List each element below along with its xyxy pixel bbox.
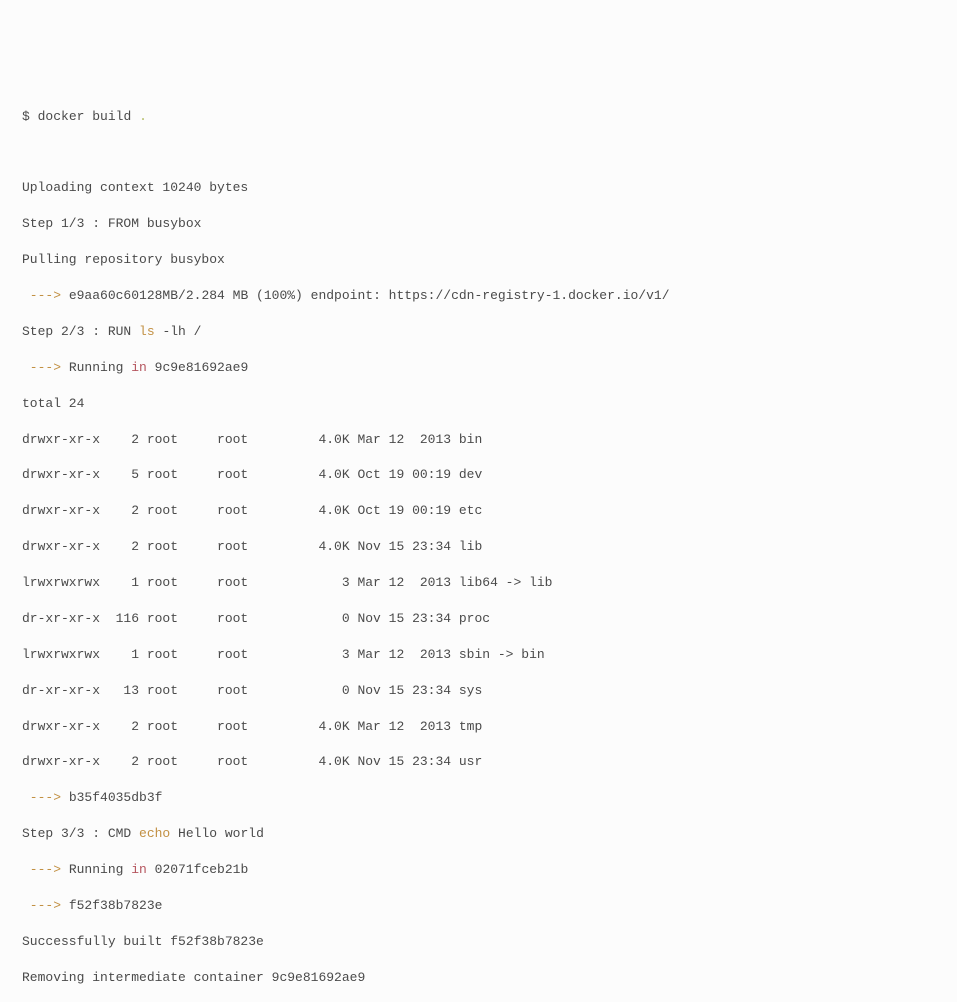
step-2-prefix: Step 2/3 : RUN <box>22 324 139 339</box>
step-3-prefix: Step 3/3 : CMD <box>22 826 139 841</box>
ls-path: / <box>186 324 202 339</box>
upload-context: Uploading context 10240 bytes <box>22 179 935 197</box>
fs-row: drwxr-xr-x 2 root root 4.0K Nov 15 23:34… <box>22 753 935 771</box>
total-line: total 24 <box>22 395 935 413</box>
fs-row: lrwxrwxrwx 1 root root 3 Mar 12 2013 lib… <box>22 574 935 592</box>
pull-progress: ---> e9aa60c60128MB/2.284 MB (100%) endp… <box>22 287 935 305</box>
arrow-icon: ---> <box>22 790 61 805</box>
step-3: Step 3/3 : CMD echo Hello world <box>22 825 935 843</box>
echo-args: Hello world <box>170 826 264 841</box>
fs-row: drwxr-xr-x 2 root root 4.0K Nov 15 23:34… <box>22 538 935 556</box>
ls-flag: -lh <box>155 324 186 339</box>
blank-line <box>22 144 935 162</box>
in-keyword: in <box>131 360 147 375</box>
fs-row: dr-xr-xr-x 116 root root 0 Nov 15 23:34 … <box>22 610 935 628</box>
pull-hash: e9aa60c60128MB/2.284 MB (100%) endpoint:… <box>61 288 670 303</box>
fs-row: drwxr-xr-x 2 root root 4.0K Mar 12 2013 … <box>22 431 935 449</box>
arrow-icon: ---> <box>22 360 61 375</box>
running-prefix: Running <box>61 360 131 375</box>
terminal-output: $ docker build . Uploading context 10240… <box>22 90 935 1002</box>
step-3-hash: ---> f52f38b7823e <box>22 897 935 915</box>
arrow-icon: ---> <box>22 862 61 877</box>
fs-row: drwxr-xr-x 2 root root 4.0K Oct 19 00:19… <box>22 502 935 520</box>
hash-f52: f52f38b7823e <box>61 898 162 913</box>
prompt-symbol: $ <box>22 109 30 124</box>
container-id-2: 02071fceb21b <box>147 862 248 877</box>
fs-row: drwxr-xr-x 2 root root 4.0K Mar 12 2013 … <box>22 718 935 736</box>
running-step-2: ---> Running in 9c9e81692ae9 <box>22 359 935 377</box>
build-context-dot: . <box>139 109 147 124</box>
container-id-1: 9c9e81692ae9 <box>147 360 248 375</box>
ls-keyword: ls <box>139 324 155 339</box>
arrow-icon: ---> <box>22 898 61 913</box>
step-2-hash: ---> b35f4035db3f <box>22 789 935 807</box>
pulling-repo: Pulling repository busybox <box>22 251 935 269</box>
fs-row: drwxr-xr-x 5 root root 4.0K Oct 19 00:19… <box>22 466 935 484</box>
in-keyword: in <box>131 862 147 877</box>
echo-keyword: echo <box>139 826 170 841</box>
success-built: Successfully built f52f38b7823e <box>22 933 935 951</box>
fs-row: dr-xr-xr-x 13 root root 0 Nov 15 23:34 s… <box>22 682 935 700</box>
running-prefix: Running <box>61 862 131 877</box>
step-1: Step 1/3 : FROM busybox <box>22 215 935 233</box>
docker-command: docker build <box>38 109 132 124</box>
arrow-icon: ---> <box>22 288 61 303</box>
command-line: $ docker build . <box>22 108 935 126</box>
fs-row: lrwxrwxrwx 1 root root 3 Mar 12 2013 sbi… <box>22 646 935 664</box>
running-step-3: ---> Running in 02071fceb21b <box>22 861 935 879</box>
hash-b35: b35f4035db3f <box>61 790 162 805</box>
remove-container-1: Removing intermediate container 9c9e8169… <box>22 969 935 987</box>
step-2: Step 2/3 : RUN ls -lh / <box>22 323 935 341</box>
